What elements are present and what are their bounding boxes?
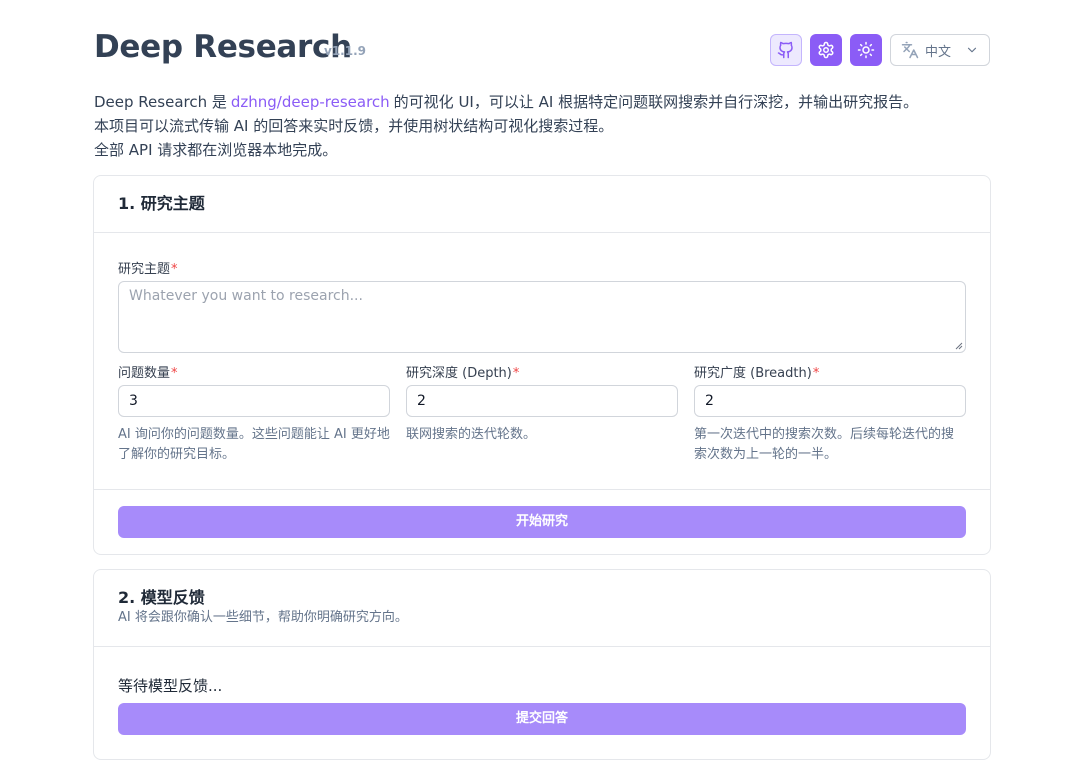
- app-header: Deep Research v1.1.9 中文: [94, 28, 990, 68]
- settings-icon: [818, 41, 834, 59]
- waiting-text: 等待模型反馈...: [118, 677, 223, 695]
- topic-label: 研究主题*: [118, 258, 178, 277]
- translate-icon: [901, 41, 919, 59]
- topic-label-text: 研究主题: [118, 262, 171, 277]
- intro-line-2: 本项目可以流式传输 AI 的回答来实时反馈，并使用树状结构可视化搜索过程。: [94, 117, 614, 135]
- resize-handle-icon[interactable]: [955, 342, 963, 350]
- questions-help: AI 询问你的问题数量。这些问题能让 AI 更好地了解你的研究目标。: [118, 427, 390, 462]
- depth-input[interactable]: 2: [406, 385, 678, 417]
- topic-placeholder: Whatever you want to research...: [129, 288, 363, 304]
- intro-text: Deep Research 是 dzhng/deep-research 的可视化 U…: [94, 90, 918, 162]
- model-feedback-title: 2. 模型反馈: [118, 588, 205, 607]
- github-icon: [777, 41, 793, 59]
- depth-help: 联网搜索的迭代轮数。: [406, 427, 537, 442]
- research-topic-card-header: 1. 研究主题: [94, 176, 990, 233]
- start-research-button[interactable]: 开始研究: [118, 506, 966, 538]
- research-topic-card: 1. 研究主题 研究主题* Whatever you want to resea…: [93, 175, 991, 555]
- depth-label: 研究深度 (Depth)*: [406, 362, 519, 381]
- questions-input[interactable]: 3: [118, 385, 390, 417]
- required-mark: *: [171, 366, 178, 381]
- topic-textarea[interactable]: Whatever you want to research...: [118, 281, 966, 353]
- version-badge: v1.1.9: [324, 44, 366, 58]
- depth-label-text: 研究深度 (Depth): [406, 366, 512, 381]
- model-feedback-subtitle: AI 将会跟你确认一些细节，帮助你明确研究方向。: [118, 610, 408, 625]
- settings-button[interactable]: [810, 34, 842, 66]
- questions-label: 问题数量*: [118, 362, 178, 381]
- repo-link[interactable]: dzhng/deep-research: [227, 93, 394, 111]
- language-select[interactable]: 中文: [890, 34, 990, 66]
- breadth-label-text: 研究广度 (Breadth): [694, 366, 812, 381]
- intro-line-1-prefix: Deep Research 是: [94, 93, 227, 111]
- questions-label-text: 问题数量: [118, 366, 171, 381]
- model-feedback-card-header: 2. 模型反馈 AI 将会跟你确认一些细节，帮助你明确研究方向。: [94, 570, 990, 647]
- research-topic-title: 1. 研究主题: [118, 194, 205, 213]
- required-mark: *: [171, 262, 178, 277]
- required-mark: *: [812, 366, 820, 381]
- intro-line-3: 全部 API 请求都在浏览器本地完成。: [94, 141, 338, 159]
- intro-line-1-suffix: 的可视化 UI，可以让 AI 根据特定问题联网搜索并自行深挖，并输出研究报告。: [393, 93, 919, 111]
- sun-icon: [857, 41, 875, 59]
- model-feedback-card: 2. 模型反馈 AI 将会跟你确认一些细节，帮助你明确研究方向。 等待模型反馈.…: [93, 569, 991, 760]
- app-title: Deep Research: [94, 29, 352, 65]
- required-mark: *: [512, 366, 520, 381]
- breadth-help: 第一次迭代中的搜索次数。后续每轮迭代的搜索次数为上一轮的一半。: [694, 427, 955, 462]
- breadth-input[interactable]: 2: [694, 385, 966, 417]
- breadth-label: 研究广度 (Breadth)*: [694, 362, 819, 381]
- card-divider: [94, 489, 990, 490]
- github-button[interactable]: [770, 34, 802, 66]
- theme-toggle-button[interactable]: [850, 34, 882, 66]
- header-actions: 中文: [770, 34, 990, 66]
- submit-answer-button[interactable]: 提交回答: [118, 703, 966, 735]
- intro-line-1: Deep Research 是 dzhng/deep-research 的可视化 U…: [94, 90, 918, 114]
- chevron-down-icon: [967, 47, 977, 53]
- language-label: 中文: [925, 44, 952, 60]
